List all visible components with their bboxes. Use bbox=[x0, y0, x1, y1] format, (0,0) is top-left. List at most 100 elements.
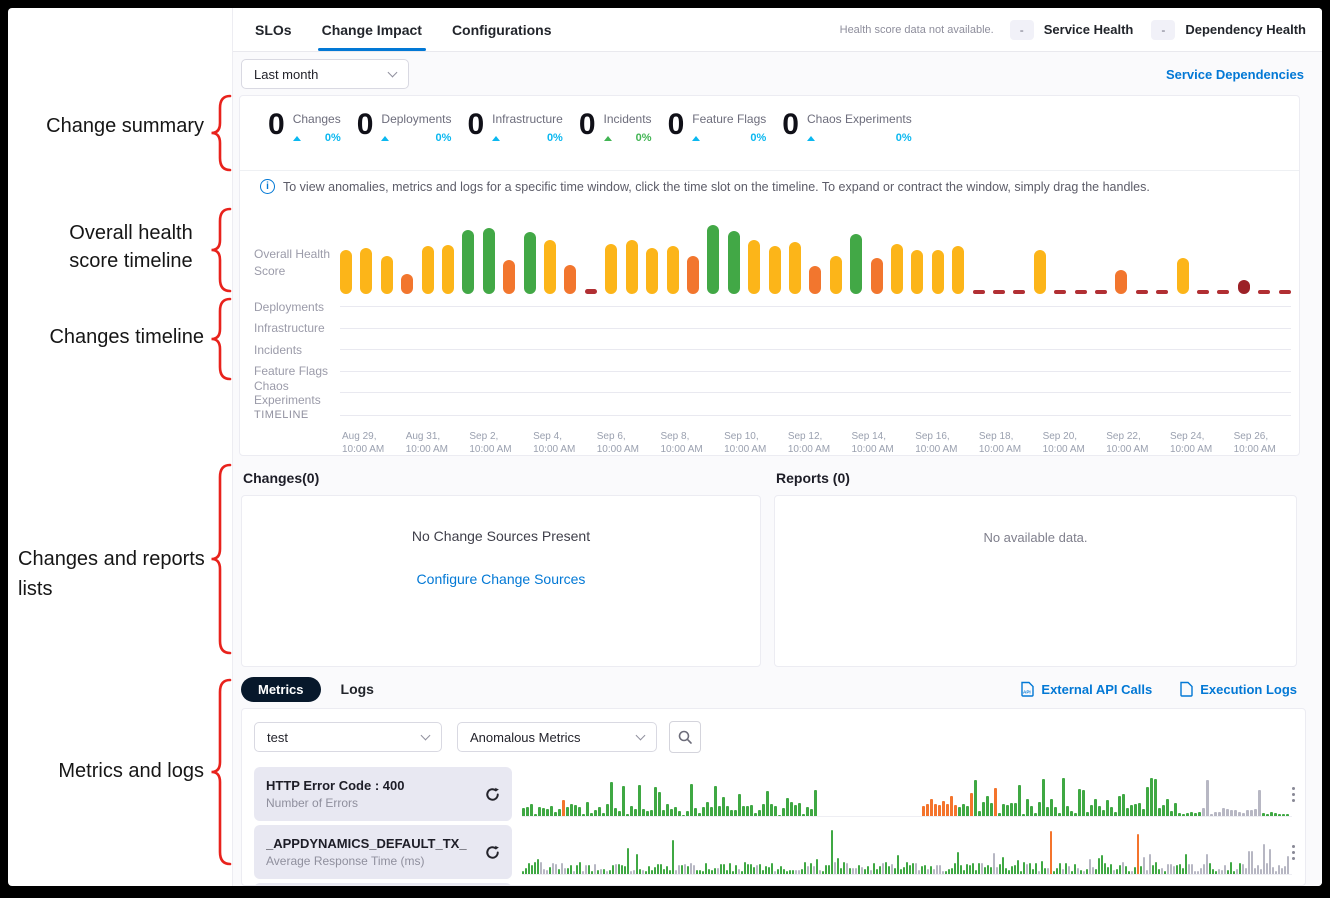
health-score-bar[interactable] bbox=[1013, 290, 1025, 294]
metric-tile[interactable]: _APPDYNAMICS_DEFAULT_TX_ Average Respons… bbox=[254, 825, 512, 879]
service-select[interactable]: test bbox=[254, 722, 442, 752]
header-health-cluster: Health score data not available. - Servi… bbox=[840, 20, 1306, 40]
metric-row: _APPDYNAMICS_DEFAULT_TX_ Average Respons… bbox=[242, 823, 1305, 881]
health-score-bar[interactable] bbox=[973, 290, 985, 294]
tab-metrics[interactable]: Metrics bbox=[241, 677, 321, 702]
health-score-bar[interactable] bbox=[1136, 290, 1148, 294]
health-score-bar[interactable] bbox=[646, 248, 658, 294]
health-score-bar[interactable] bbox=[932, 250, 944, 294]
health-score-bar[interactable] bbox=[1238, 280, 1250, 294]
health-score-bar[interactable] bbox=[667, 246, 679, 294]
dependency-health-badge: - bbox=[1151, 20, 1175, 40]
health-score-bar[interactable] bbox=[564, 265, 576, 294]
tab-slos[interactable]: SLOs bbox=[255, 8, 292, 51]
page: Change summary Overall health score time… bbox=[8, 8, 1322, 886]
stat-percent: 0% bbox=[547, 132, 563, 144]
health-score-bar[interactable] bbox=[687, 256, 699, 294]
health-score-bar[interactable] bbox=[830, 256, 842, 294]
health-score-bar[interactable] bbox=[707, 225, 719, 294]
metrics-links: API External API Calls Execution Logs bbox=[1021, 681, 1297, 697]
health-score-bar[interactable] bbox=[789, 242, 801, 294]
changes-panel-card: No Change Sources Present Configure Chan… bbox=[241, 495, 761, 667]
execution-logs-link[interactable]: Execution Logs bbox=[1180, 681, 1297, 697]
summary-stat: 0Feature Flags0% bbox=[668, 108, 767, 144]
health-score-bar[interactable] bbox=[1115, 270, 1127, 294]
health-score-bar[interactable] bbox=[401, 274, 413, 294]
health-score-bar[interactable] bbox=[993, 290, 1005, 294]
time-range-select[interactable]: Last month bbox=[241, 59, 409, 89]
health-score-bar[interactable] bbox=[911, 250, 923, 294]
health-score-bar[interactable] bbox=[1197, 290, 1209, 294]
stat-value: 0 bbox=[268, 108, 285, 144]
health-score-bar[interactable] bbox=[1034, 250, 1046, 294]
stat-value: 0 bbox=[467, 108, 484, 144]
kebab-menu-icon[interactable] bbox=[1292, 845, 1295, 860]
overall-health-score-label: Overall Health Score bbox=[254, 246, 344, 280]
service-dependencies-link[interactable]: Service Dependencies bbox=[1166, 67, 1304, 82]
health-score-bar[interactable] bbox=[544, 240, 556, 294]
health-score-bar[interactable] bbox=[626, 240, 638, 294]
timeline-row: Infrastructure bbox=[240, 318, 1291, 340]
refresh-icon[interactable] bbox=[485, 787, 500, 802]
delta-up-icon bbox=[381, 136, 389, 141]
metric-tile[interactable] bbox=[254, 883, 512, 886]
stat-label: Deployments bbox=[381, 112, 451, 126]
metric-tile[interactable]: HTTP Error Code : 400 Number of Errors bbox=[254, 767, 512, 821]
health-score-bar[interactable] bbox=[483, 228, 495, 294]
health-score-bar[interactable] bbox=[1054, 290, 1066, 294]
health-score-bar[interactable] bbox=[850, 234, 862, 294]
brace-change-summary bbox=[210, 94, 232, 172]
changes-reports-section: Changes(0) No Change Sources Present Con… bbox=[241, 468, 1297, 667]
health-score-bar[interactable] bbox=[1095, 290, 1107, 294]
health-score-bar[interactable] bbox=[1177, 258, 1189, 294]
health-score-bar[interactable] bbox=[1156, 290, 1168, 294]
health-score-bar[interactable] bbox=[422, 246, 434, 294]
health-score-bar[interactable] bbox=[748, 240, 760, 294]
timeline-row-line bbox=[340, 328, 1291, 329]
tab-logs[interactable]: Logs bbox=[341, 681, 374, 697]
health-score-bar[interactable] bbox=[442, 245, 454, 294]
health-score-bar[interactable] bbox=[1258, 290, 1270, 294]
health-score-bar[interactable] bbox=[605, 244, 617, 294]
timeline-row: Incidents bbox=[240, 339, 1291, 361]
metric-filter-select[interactable]: Anomalous Metrics bbox=[457, 722, 657, 752]
stat-label: Changes bbox=[293, 112, 341, 126]
health-score-bar[interactable] bbox=[360, 248, 372, 294]
delta-up-icon bbox=[492, 136, 500, 141]
time-range-value: Last month bbox=[254, 67, 318, 82]
delta-up-icon bbox=[692, 136, 700, 141]
brace-metrics-logs bbox=[210, 678, 232, 866]
search-button[interactable] bbox=[669, 721, 701, 753]
brace-changes-reports bbox=[210, 463, 232, 655]
health-score-bar[interactable] bbox=[891, 244, 903, 294]
timeline-tick: Sep 20, 10:00 AM bbox=[1043, 430, 1107, 456]
kebab-menu-icon[interactable] bbox=[1292, 787, 1295, 802]
health-score-bar[interactable] bbox=[809, 266, 821, 294]
annotation-health-timeline: Overall health score timeline bbox=[58, 219, 204, 275]
health-score-bar[interactable] bbox=[585, 289, 597, 294]
tab-change-impact[interactable]: Change Impact bbox=[322, 8, 422, 51]
health-score-bar[interactable] bbox=[1217, 290, 1229, 294]
timeline-axis-line bbox=[340, 415, 1291, 416]
health-score-bar[interactable] bbox=[381, 256, 393, 294]
summary-stat: 0Changes0% bbox=[268, 108, 341, 144]
health-score-bar[interactable] bbox=[952, 246, 964, 294]
stat-value: 0 bbox=[579, 108, 596, 144]
health-score-bar[interactable] bbox=[728, 231, 740, 294]
health-score-bar[interactable] bbox=[1279, 290, 1291, 294]
health-score-bar[interactable] bbox=[1075, 290, 1087, 294]
refresh-icon[interactable] bbox=[485, 845, 500, 860]
chevron-down-icon bbox=[421, 731, 431, 741]
health-score-bar[interactable] bbox=[871, 258, 883, 294]
chevron-down-icon bbox=[636, 731, 646, 741]
tab-configurations[interactable]: Configurations bbox=[452, 8, 552, 51]
overall-health-score-chart[interactable] bbox=[340, 214, 1291, 294]
configure-change-sources-link[interactable]: Configure Change Sources bbox=[242, 571, 760, 587]
external-api-calls-link[interactable]: API External API Calls bbox=[1021, 681, 1152, 697]
health-score-bar[interactable] bbox=[340, 250, 352, 294]
health-score-bar[interactable] bbox=[503, 260, 515, 294]
stat-value: 0 bbox=[357, 108, 374, 144]
health-score-bar[interactable] bbox=[462, 230, 474, 294]
health-score-bar[interactable] bbox=[769, 246, 781, 294]
health-score-bar[interactable] bbox=[524, 232, 536, 294]
